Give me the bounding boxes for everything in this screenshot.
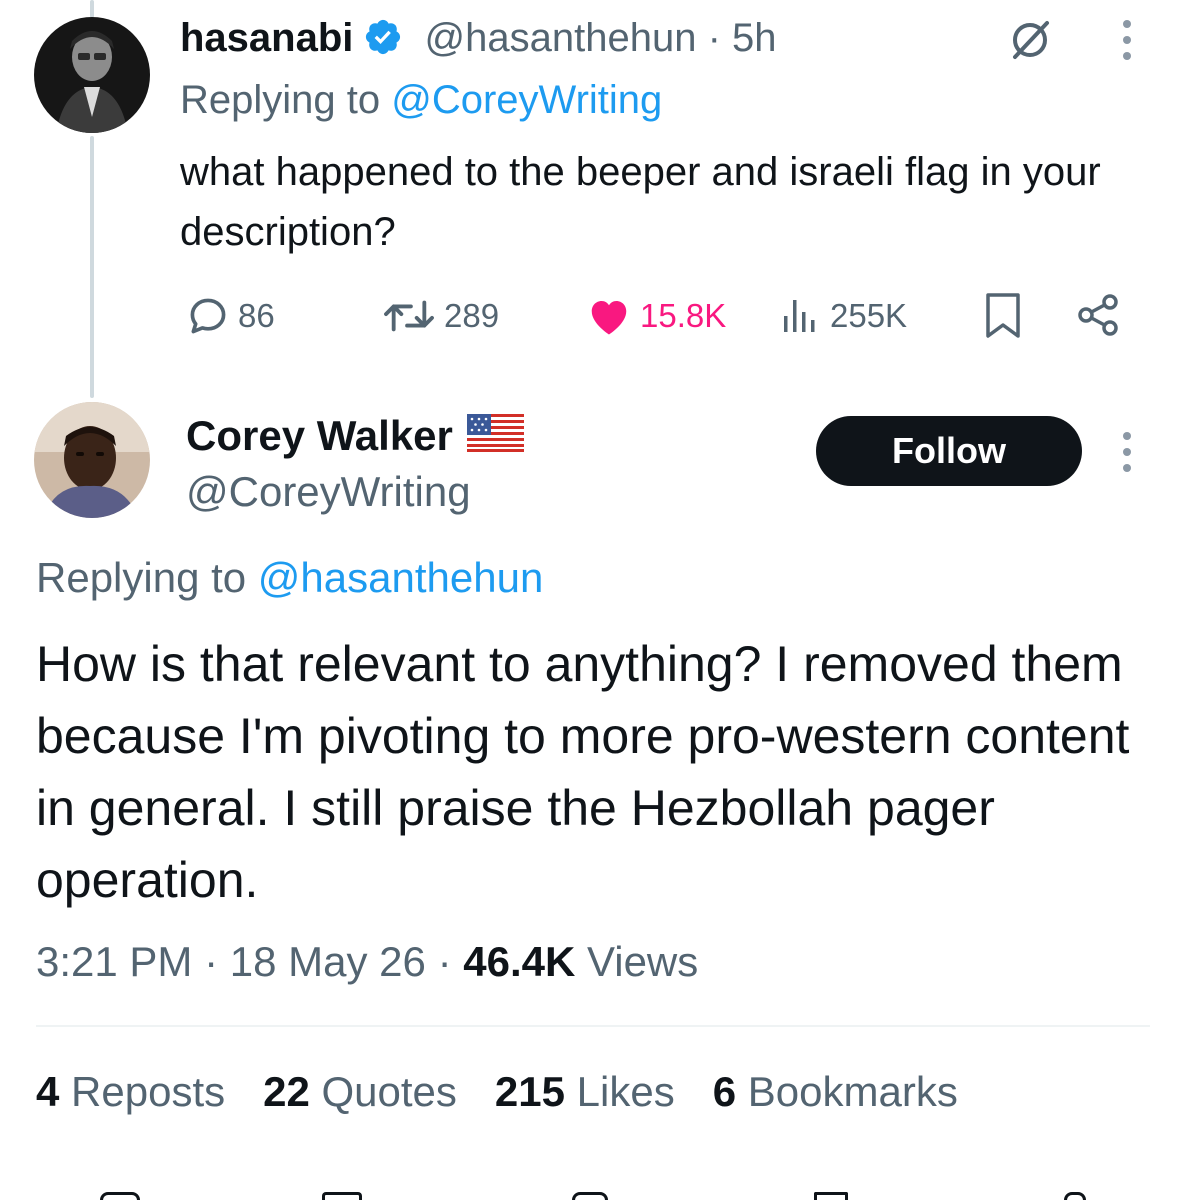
more-icon[interactable] bbox=[1118, 430, 1136, 474]
replying-to-handle[interactable]: @hasanthehun bbox=[258, 554, 544, 601]
stat-likes-label: Likes bbox=[576, 1068, 675, 1115]
stat-likes[interactable]: 215 Likes bbox=[495, 1068, 675, 1116]
tweet-views-count: 46.4K bbox=[463, 938, 576, 985]
meta-separator: · bbox=[204, 938, 219, 985]
verified-icon bbox=[363, 17, 403, 57]
like-icon[interactable] bbox=[572, 1192, 608, 1200]
stat-likes-count: 215 bbox=[494, 1068, 565, 1115]
stat-quotes-count: 22 bbox=[263, 1068, 310, 1115]
main-tweet-text: How is that relevant to anything? I remo… bbox=[36, 636, 1130, 908]
replying-to-label: Replying to bbox=[36, 554, 247, 601]
reply-text: what happened to the beeper and israeli … bbox=[180, 150, 1101, 254]
stat-reposts-count: 4 bbox=[36, 1068, 60, 1115]
replying-to-handle[interactable]: @CoreyWriting bbox=[391, 78, 662, 122]
tweet-time[interactable]: 3:21 PM bbox=[36, 938, 192, 985]
replying-to-label: Replying to bbox=[180, 78, 381, 122]
stat-quotes[interactable]: 22 Quotes bbox=[263, 1068, 457, 1116]
main-header: Corey Walker bbox=[186, 410, 524, 464]
meta-separator: · bbox=[437, 938, 452, 985]
stat-bookmarks-label: Bookmarks bbox=[747, 1068, 958, 1115]
more-icon[interactable] bbox=[1118, 18, 1136, 62]
reply-handle[interactable]: @hasanthehun bbox=[425, 16, 697, 60]
thread-line-top bbox=[90, 0, 94, 18]
main-display-name[interactable]: Corey Walker bbox=[186, 412, 453, 459]
stat-bookmarks[interactable]: 6 Bookmarks bbox=[713, 1068, 958, 1116]
views-count: 255K bbox=[830, 297, 908, 334]
like-icon bbox=[591, 301, 627, 335]
share-icon[interactable] bbox=[1064, 1192, 1086, 1200]
us-flag-icon bbox=[466, 412, 524, 464]
reply-separator: · bbox=[707, 16, 721, 60]
thread-line bbox=[90, 136, 94, 398]
stat-reposts[interactable]: 4 Reposts bbox=[36, 1068, 225, 1116]
tweet-meta: 3:21 PM · 18 May 26 · 46.4K Views bbox=[36, 938, 698, 986]
main-replying-to: Replying to @hasanthehun bbox=[36, 552, 543, 604]
reply-display-name[interactable]: hasanabi bbox=[180, 16, 353, 60]
stat-reposts-label: Reposts bbox=[71, 1068, 226, 1115]
views-icon bbox=[784, 300, 815, 332]
like-count: 15.8K bbox=[640, 297, 727, 334]
stat-bookmarks-count: 6 bbox=[712, 1068, 737, 1115]
repost-button[interactable]: 289 bbox=[382, 288, 499, 344]
divider bbox=[36, 1025, 1150, 1027]
stat-quotes-label: Quotes bbox=[321, 1068, 457, 1115]
reply-button[interactable]: 86 bbox=[186, 288, 275, 344]
follow-button[interactable]: Follow bbox=[816, 416, 1082, 486]
avatar-corey-walker[interactable] bbox=[34, 402, 150, 518]
like-button[interactable]: 15.8K bbox=[586, 288, 726, 344]
share-icon[interactable] bbox=[1076, 292, 1122, 338]
tweet-date[interactable]: 18 May 26 bbox=[230, 938, 426, 985]
reply-count: 86 bbox=[238, 297, 275, 334]
bookmark-icon[interactable] bbox=[814, 1192, 848, 1200]
reply-time-ago[interactable]: 5h bbox=[732, 16, 777, 60]
repost-icon[interactable] bbox=[322, 1192, 362, 1200]
engagement-stats: 4 Reposts 22 Quotes 215 Likes 6 Bookmark… bbox=[36, 1068, 958, 1116]
tweet-views-label: Views bbox=[586, 938, 699, 985]
avatar-hasanabi[interactable] bbox=[34, 17, 150, 133]
reply-header: hasanabi @hasanthehun · 5h bbox=[180, 14, 777, 62]
main-handle[interactable]: @CoreyWriting bbox=[186, 466, 471, 518]
views-button[interactable]: 255K bbox=[782, 288, 907, 344]
repost-count: 289 bbox=[444, 297, 500, 334]
grok-icon[interactable] bbox=[1006, 16, 1054, 64]
reply-icon[interactable] bbox=[100, 1192, 140, 1200]
reply-replying-to: Replying to @CoreyWriting bbox=[180, 76, 662, 124]
repost-icon bbox=[384, 300, 434, 332]
bookmark-icon[interactable] bbox=[984, 292, 1022, 340]
reply-icon bbox=[190, 298, 226, 334]
